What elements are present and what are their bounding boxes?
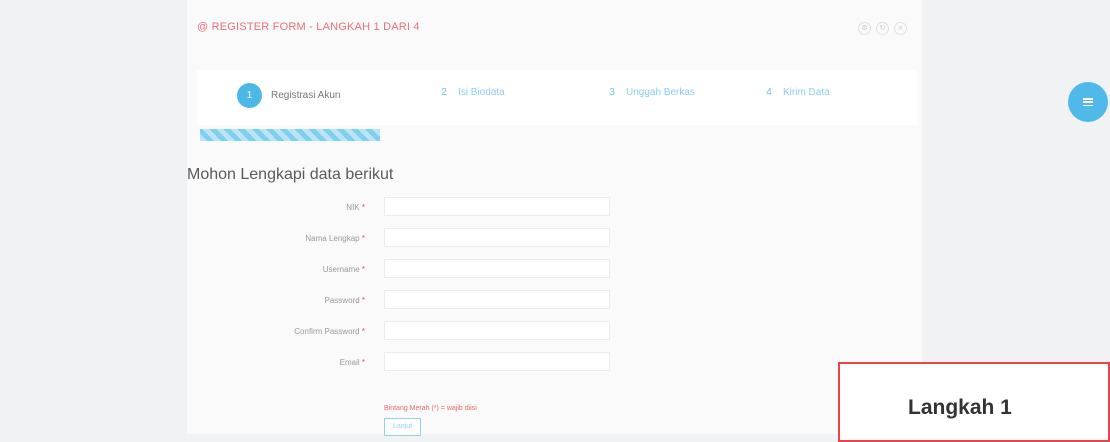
callout-text: Langkah 1 [908,396,1012,419]
nama-lengkap-input[interactable] [384,228,610,247]
form-heading: Mohon Lengkapi data berikut [187,166,394,183]
password-input[interactable] [384,290,610,309]
step-label: Unggah Berkas [626,87,695,98]
step-label: Kirim Data [783,87,830,98]
confirm-password-label: Confirm Password * [294,327,365,336]
wizard-steps: 1 Registrasi Akun 2 Isi Biodata 3 Unggah… [197,70,917,125]
step-label: Registrasi Akun [271,90,341,101]
gear-icon[interactable]: ⚙ [858,22,871,35]
nik-label: NIK * [346,203,365,212]
step-number: 3 [609,87,615,98]
nama-lengkap-label: Nama Lengkap * [305,234,365,243]
form-title: @ REGISTER FORM - LANGKAH 1 DARI 4 [197,21,420,33]
step-registrasi-akun[interactable]: 1 Registrasi Akun [237,83,340,108]
step-callout: Langkah 1 [838,362,1110,442]
step-kirim-data[interactable]: 4 Kirim Data [759,87,830,98]
step-number: 4 [766,87,772,98]
username-label: Username * [322,265,365,274]
nik-input[interactable] [384,197,610,216]
next-button[interactable]: Lanjut [384,418,421,436]
required-note: Bintang Merah (*) = wajib diisi [384,405,477,412]
password-label: Password * [324,296,365,305]
menu-fab-button[interactable] [1068,82,1108,122]
step-number: 1 [237,83,262,108]
step-number: 2 [441,87,447,98]
menu-icon [1083,98,1093,106]
step-unggah-berkas[interactable]: 3 Unggah Berkas [602,87,695,98]
refresh-icon[interactable]: ↻ [876,22,889,35]
close-icon[interactable]: × [894,22,907,35]
email-label: Email * [339,358,365,367]
step-isi-biodata[interactable]: 2 Isi Biodata [434,87,505,98]
email-input[interactable] [384,352,610,371]
progress-bar [200,129,380,141]
panel-tools: ⚙ ↻ × [858,22,907,35]
step-label: Isi Biodata [458,87,505,98]
username-input[interactable] [384,259,610,278]
confirm-password-input[interactable] [384,321,610,340]
